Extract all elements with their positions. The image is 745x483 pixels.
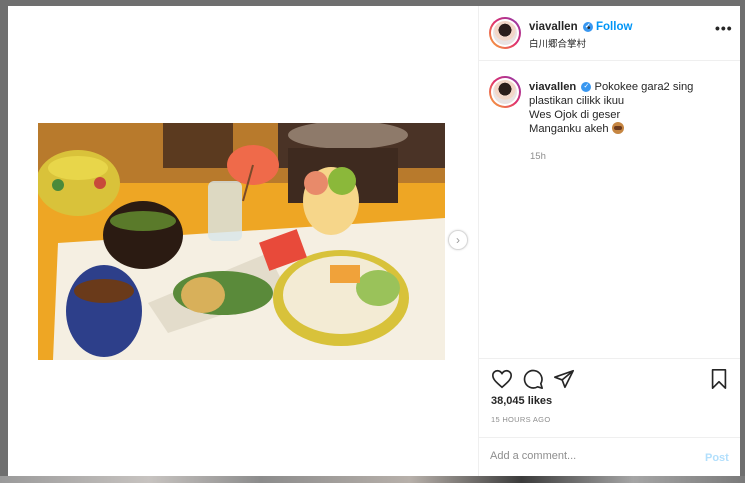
add-comment-bar: Post: [479, 437, 740, 476]
comment-input[interactable]: [490, 450, 690, 462]
heart-icon[interactable]: [491, 368, 513, 390]
post-media: ›: [8, 6, 478, 476]
chevron-right-icon: ›: [456, 233, 460, 247]
author-username-wrap: viavallen ✓: [529, 21, 593, 33]
post-photo[interactable]: [38, 123, 445, 360]
post-modal: › viavallen ✓ • Follow 白川郷合掌村 ••• viaval…: [8, 6, 740, 476]
comments-section: viavallen ✓ Pokokee gara2 sing plastikan…: [479, 62, 740, 358]
post-header: viavallen ✓ • Follow 白川郷合掌村 •••: [479, 6, 740, 61]
caption-username[interactable]: viavallen: [529, 81, 576, 93]
caption-line-2: plastikan cilikk ikuu: [529, 95, 625, 107]
post-sidebar: viavallen ✓ • Follow 白川郷合掌村 ••• viavalle…: [478, 6, 740, 476]
separator-dot: •: [587, 23, 591, 34]
author-avatar[interactable]: [489, 17, 521, 49]
comment-icon[interactable]: [522, 368, 544, 390]
next-photo-button[interactable]: ›: [448, 230, 468, 250]
post-actions: 38,045 likes 15 HOURS AGO Post: [479, 358, 740, 476]
food-photo-illustration: [38, 123, 445, 360]
caption-timestamp: 15h: [530, 151, 546, 162]
caption-line-1: Pokokee gara2 sing: [594, 81, 694, 93]
caption-line-3: Wes Ojok di geser: [529, 109, 621, 121]
post-timestamp: 15 HOURS AGO: [491, 415, 551, 424]
post-location[interactable]: 白川郷合掌村: [529, 36, 586, 50]
caption-author-avatar[interactable]: [489, 76, 521, 108]
follow-button[interactable]: Follow: [596, 21, 632, 33]
background-feed-strip: [0, 476, 745, 483]
post-caption: viavallen ✓ Pokokee gara2 sing plastikan…: [529, 80, 729, 136]
caption-verified-badge-icon: ✓: [581, 82, 592, 93]
more-options-icon[interactable]: •••: [715, 20, 733, 36]
post-comment-button[interactable]: Post: [705, 452, 729, 464]
likes-count[interactable]: 38,045 likes: [491, 395, 552, 407]
author-username[interactable]: viavallen: [529, 21, 578, 33]
see-no-evil-monkey-icon: [611, 122, 624, 134]
caption-line-4: Manganku akeh: [529, 123, 609, 135]
share-icon[interactable]: [553, 368, 575, 390]
bookmark-icon[interactable]: [708, 368, 730, 390]
